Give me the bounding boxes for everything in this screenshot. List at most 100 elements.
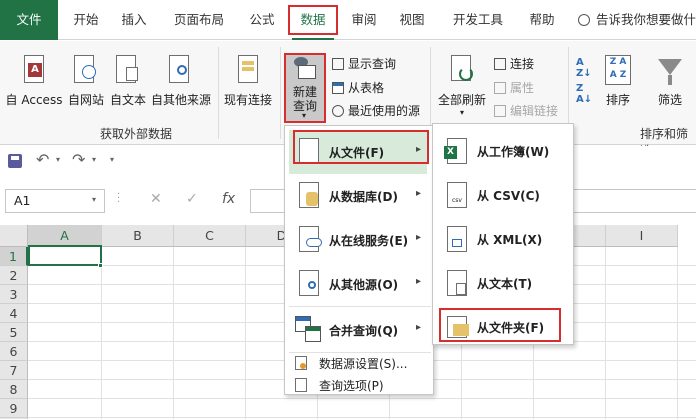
submenu-item-from-text[interactable]: 从文本(T) <box>439 262 553 304</box>
menu-item-from-online-services[interactable]: 从在线服务(E) ▸ <box>289 218 427 262</box>
group-label-external-data: 获取外部数据 <box>100 127 173 141</box>
new-query-icon <box>294 57 316 79</box>
menu-separator <box>289 306 431 307</box>
web-icon <box>74 55 98 85</box>
fill-handle[interactable] <box>98 263 103 268</box>
tell-me-box[interactable]: 告诉我你想要做什 <box>578 0 696 40</box>
tab-review[interactable]: 审阅 <box>342 0 386 40</box>
redo-icon[interactable]: ↷ <box>72 150 85 169</box>
from-file-highlight <box>293 130 429 164</box>
tab-page-layout[interactable]: 页面布局 <box>164 0 234 40</box>
recent-sources-button[interactable]: 最近使用的源 <box>332 102 420 119</box>
connections-button[interactable]: 连接 <box>494 55 534 72</box>
ribbon-tabs: 文件 开始 插入 页面布局 公式 数据 审阅 视图 开发工具 帮助 告诉我你想要… <box>0 0 696 40</box>
text-file-icon <box>116 55 140 85</box>
sort-az-icon[interactable]: A Z↓ <box>576 57 592 79</box>
row-header[interactable]: 2 <box>0 266 28 285</box>
tab-help[interactable]: 帮助 <box>520 0 564 40</box>
sort-dialog-icon: Z AA Z <box>605 55 631 85</box>
row-header[interactable]: 6 <box>0 342 28 361</box>
insert-function-icon[interactable]: fx <box>222 191 235 207</box>
formula-bar-splitter-icon[interactable]: · · · <box>117 190 120 208</box>
tab-developer[interactable]: 开发工具 <box>446 0 510 40</box>
from-access-button[interactable]: A 自 Access <box>4 55 64 108</box>
sort-button[interactable]: Z AA Z 排序 <box>600 55 636 108</box>
ribbon-divider <box>280 47 281 139</box>
tab-view[interactable]: 视图 <box>390 0 434 40</box>
xml-file-icon <box>447 226 467 252</box>
tab-data[interactable]: 数据 <box>288 5 338 35</box>
submenu-item-from-workbook[interactable]: X 从工作簿(W) <box>439 130 553 172</box>
column-header[interactable]: A <box>28 225 102 247</box>
other-sources-icon <box>169 55 193 85</box>
row-header[interactable]: 7 <box>0 361 28 380</box>
column-header[interactable]: C <box>174 225 246 247</box>
tab-home[interactable]: 开始 <box>64 0 108 40</box>
menu-item-query-options[interactable]: 查询选项(P) <box>289 374 431 396</box>
from-web-button[interactable]: 自网站 <box>64 55 108 108</box>
filter-button[interactable]: 筛选 <box>650 55 690 108</box>
from-table-button[interactable]: 从表格 <box>332 79 384 96</box>
menu-item-from-other-sources[interactable]: 从其他源(O) ▸ <box>289 262 427 306</box>
name-box[interactable]: A1 <box>5 189 105 213</box>
combine-queries-icon <box>295 316 321 342</box>
search-icon <box>578 14 590 26</box>
submenu-arrow-icon: ▸ <box>415 276 421 287</box>
connections-icon <box>494 58 506 70</box>
name-box-dropdown-icon[interactable]: ▾ <box>92 195 96 204</box>
dropdown-arrow-icon: ▾ <box>302 111 307 120</box>
row-header[interactable]: 9 <box>0 399 28 418</box>
table-icon <box>332 82 344 94</box>
grid-column-line <box>101 247 102 419</box>
access-icon: A <box>22 55 46 85</box>
column-header[interactable]: I <box>606 225 678 247</box>
menu-item-from-database[interactable]: 从数据库(D) ▸ <box>289 174 427 218</box>
menu-item-data-source-settings[interactable]: 数据源设置(S)... <box>289 352 431 374</box>
show-queries-button[interactable]: 显示查询 <box>332 55 396 72</box>
redo-dropdown-icon[interactable]: ▾ <box>92 155 96 164</box>
submenu-item-from-xml[interactable]: 从 XML(X) <box>439 218 553 260</box>
properties-button[interactable]: 属性 <box>494 79 534 96</box>
from-file-submenu: X 从工作簿(W) csv 从 CSV(C) 从 XML(X) 从文本(T) 从… <box>432 123 574 345</box>
submenu-arrow-icon: ▸ <box>415 322 421 333</box>
submenu-arrow-icon: ▸ <box>415 188 421 199</box>
grid-column-line <box>677 247 678 419</box>
row-header[interactable]: 5 <box>0 323 28 342</box>
customize-qat-icon[interactable]: ▾ <box>110 155 114 164</box>
text-file-icon <box>447 270 467 296</box>
menu-item-combine-queries[interactable]: 合并查询(Q) ▸ <box>289 308 427 352</box>
refresh-all-button[interactable]: 全部刷新 ▾ <box>434 55 490 117</box>
tab-insert[interactable]: 插入 <box>112 0 156 40</box>
existing-connections-button[interactable]: 现有连接 <box>222 55 274 108</box>
submenu-arrow-icon: ▸ <box>415 232 421 243</box>
grid-row-line <box>28 398 696 399</box>
column-header[interactable]: B <box>102 225 174 247</box>
undo-icon[interactable]: ↶ <box>36 150 49 169</box>
from-text-button[interactable]: 自文本 <box>108 55 148 108</box>
refresh-icon <box>449 55 475 85</box>
undo-dropdown-icon[interactable]: ▾ <box>56 155 60 164</box>
grid-row-line <box>28 417 696 418</box>
edit-links-button[interactable]: 编辑链接 <box>494 102 558 119</box>
grid-column-line <box>245 247 246 419</box>
row-header[interactable]: 8 <box>0 380 28 399</box>
row-header[interactable]: 4 <box>0 304 28 323</box>
new-query-button[interactable]: 新建 查询 ▾ <box>286 55 324 121</box>
row-header[interactable]: 3 <box>0 285 28 304</box>
row-header[interactable]: 1 <box>0 247 28 266</box>
excel-workbook-icon: X <box>444 138 467 164</box>
other-source-file-icon <box>299 270 319 296</box>
sort-za-icon[interactable]: Z A↓ <box>576 83 592 105</box>
tab-file[interactable]: 文件 <box>0 0 58 40</box>
tab-formulas[interactable]: 公式 <box>240 0 284 40</box>
cancel-icon[interactable]: ✕ <box>150 191 162 207</box>
active-cell[interactable] <box>28 245 102 266</box>
dropdown-arrow-icon: ▾ <box>459 108 464 117</box>
enter-icon[interactable]: ✓ <box>186 191 198 207</box>
submenu-item-from-csv[interactable]: csv 从 CSV(C) <box>439 174 553 216</box>
cloud-file-icon <box>299 226 322 252</box>
save-icon[interactable] <box>8 154 22 168</box>
select-all-corner[interactable] <box>0 225 28 247</box>
from-other-sources-button[interactable]: 自其他来源 <box>148 55 214 108</box>
ribbon-divider <box>218 47 219 139</box>
